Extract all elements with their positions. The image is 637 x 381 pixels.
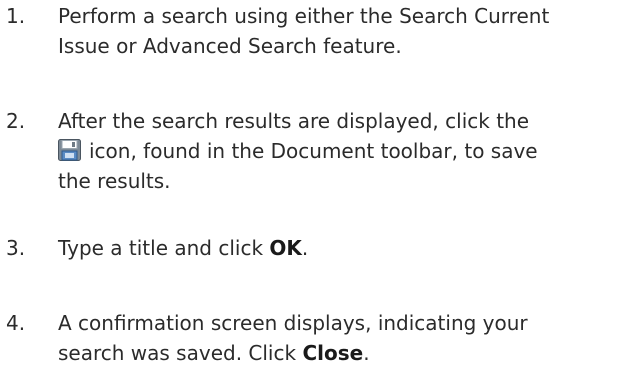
step-number: 2. xyxy=(6,109,26,133)
step-line-suffix: . xyxy=(363,341,370,365)
step-line: A confirmation screen displays, indicati… xyxy=(58,311,528,335)
step-line: Issue or Advanced Search feature. xyxy=(58,34,402,58)
step-line-suffix: . xyxy=(301,236,309,260)
close-label: Close xyxy=(302,341,364,365)
step-text: After the search results are displayed, … xyxy=(58,106,637,196)
step-line-with-icon: icon, found in the Document toolbar, to … xyxy=(58,136,637,166)
save-disk-icon xyxy=(58,139,81,161)
step-line: After the search results are displayed, … xyxy=(58,109,530,133)
step-line-prefix: Type a title and click xyxy=(58,236,270,260)
step-line-rest: icon, found in the Document toolbar, to … xyxy=(89,139,538,163)
step-number: 3. xyxy=(6,236,26,260)
step-line-prefix: search was saved. Click xyxy=(58,341,303,365)
step-text: Perform a search using either the Search… xyxy=(58,1,637,61)
step-text: Type a title and click OK. xyxy=(58,233,637,263)
ok-label: OK xyxy=(269,236,302,260)
step-number: 4. xyxy=(6,311,26,335)
step-text: A confirmation screen displays, indicati… xyxy=(58,308,637,368)
step-number: 1. xyxy=(6,4,26,28)
step-line: Type a title and click OK. xyxy=(58,233,637,263)
step-line: the results. xyxy=(58,169,171,193)
step-line: search was saved. Click Close. xyxy=(58,338,637,368)
step-line: Perform a search using either the Search… xyxy=(58,4,550,28)
